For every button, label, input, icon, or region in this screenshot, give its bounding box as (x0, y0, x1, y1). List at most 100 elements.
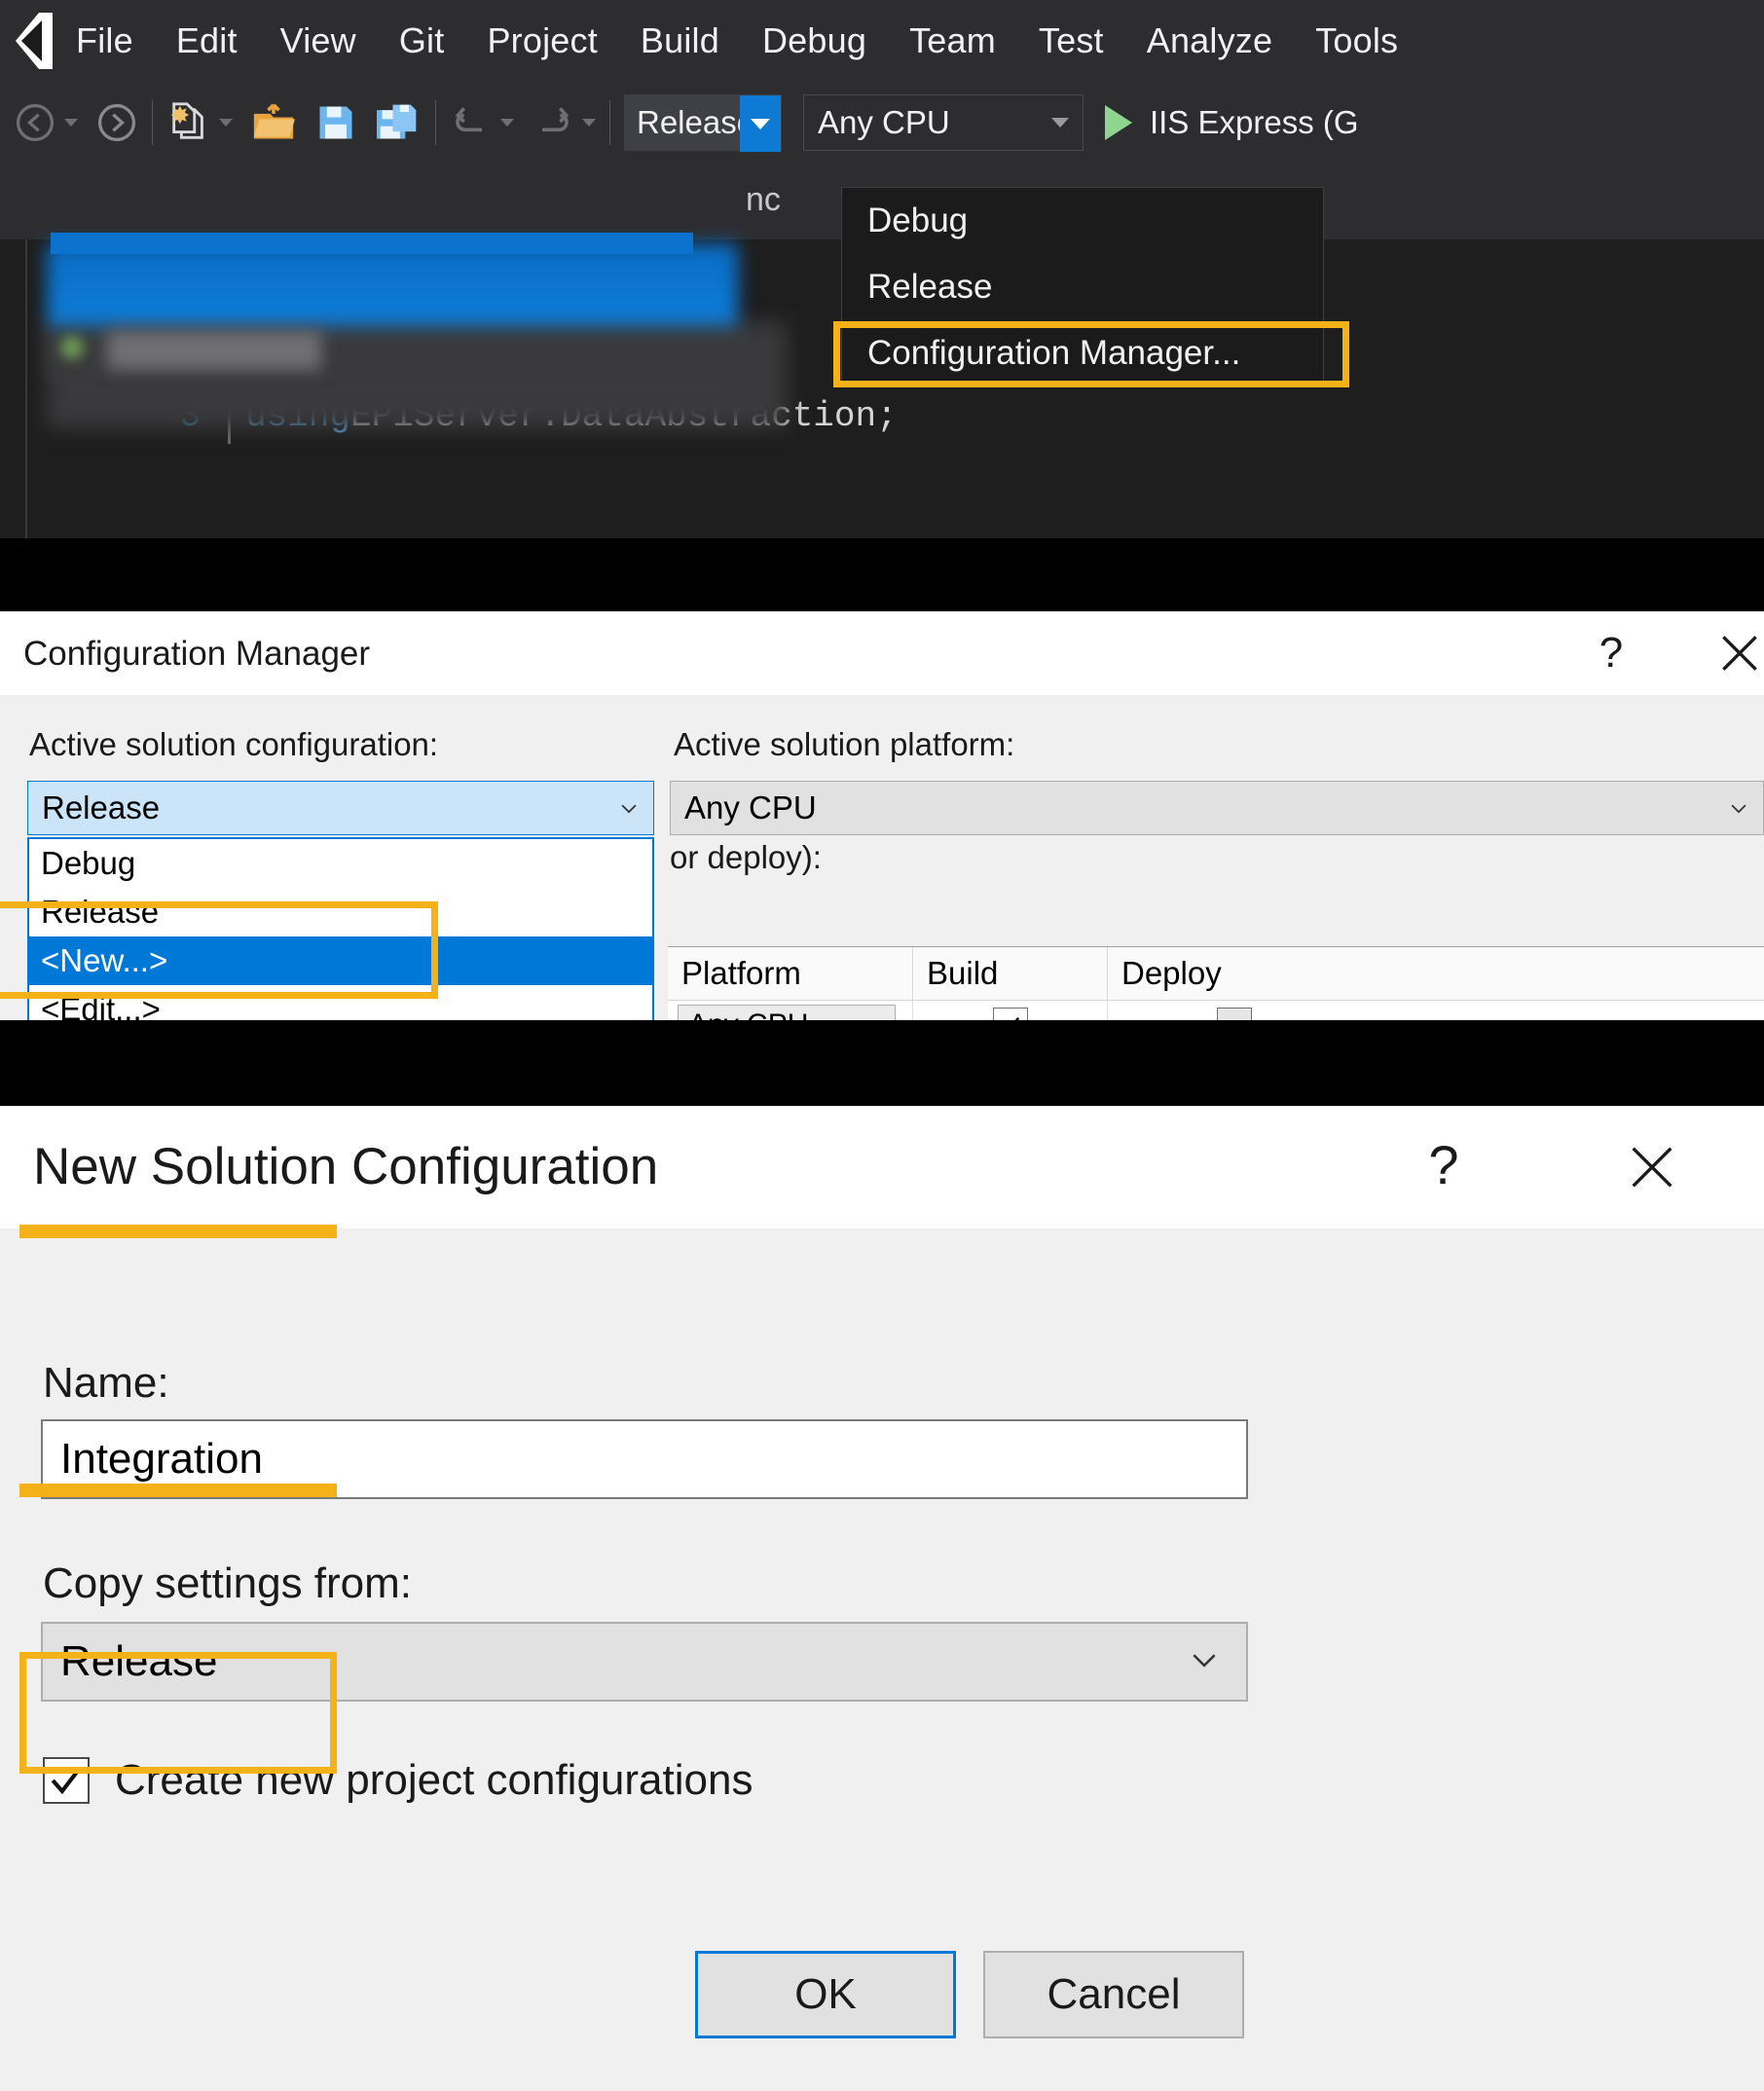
standard-toolbar: Release Any CPU IIS Express (G (0, 81, 1764, 165)
toolbar-divider (152, 100, 153, 145)
create-new-project-configurations-label: Create new project configurations (115, 1756, 753, 1804)
undo-icon[interactable] (450, 101, 493, 144)
configuration-manager-dialog: Configuration Manager ? Active solution … (0, 611, 1764, 1020)
navigate-back-dropdown-icon[interactable] (64, 119, 78, 127)
solution-platform-combo[interactable]: Any CPU (803, 94, 1084, 151)
table-cell-deploy[interactable] (1108, 1001, 1361, 1020)
table-header-build: Build (913, 947, 1108, 1000)
menu-item-test[interactable]: Test (1017, 20, 1125, 61)
blurred-status-dot (60, 336, 84, 359)
new-solution-configuration-titlebar: New Solution Configuration ? (0, 1106, 1764, 1229)
new-item-dropdown-icon[interactable] (219, 119, 233, 127)
menu-item-analyze[interactable]: Analyze (1125, 20, 1294, 61)
table-header-row: Platform Build Deploy (668, 946, 1764, 1001)
create-new-project-configurations-checkbox-row[interactable]: Create new project configurations (43, 1756, 753, 1805)
table-cell-build[interactable] (913, 1001, 1108, 1020)
active-solution-platform-combo[interactable]: Any CPU (670, 781, 1764, 835)
chevron-down-icon (1188, 1643, 1221, 1681)
new-solution-configuration-dialog: New Solution Configuration ? Name: Integ… (0, 1106, 1764, 2091)
run-play-icon (1105, 105, 1132, 140)
active-solution-configuration-label: Active solution configuration: (29, 726, 439, 762)
dropdown-item-edit[interactable]: <Edit...> (29, 985, 652, 1020)
solution-configuration-combo[interactable]: Release (624, 94, 782, 152)
solution-platform-value: Any CPU (818, 104, 950, 140)
redo-icon[interactable] (532, 101, 574, 144)
configuration-manager-title: Configuration Manager (23, 635, 371, 673)
active-solution-platform-value: Any CPU (684, 789, 817, 825)
table-header-platform: Platform (668, 947, 913, 1000)
create-new-project-configurations-checkbox[interactable] (43, 1757, 90, 1804)
copy-settings-from-label: Copy settings from: (43, 1559, 413, 1607)
row-platform-value: Any CPU (688, 1009, 808, 1020)
active-solution-configuration-value: Release (42, 789, 161, 825)
menu-item-debug[interactable]: Debug (741, 20, 888, 61)
toolbar-divider-3 (609, 100, 610, 145)
config-menu-item-configuration-manager[interactable]: Configuration Manager... (842, 320, 1323, 386)
solution-configuration-dropdown-icon[interactable] (740, 95, 781, 152)
chevron-down-icon (1728, 797, 1749, 819)
menu-item-edit[interactable]: Edit (155, 20, 259, 61)
close-x-icon[interactable] (1624, 1139, 1680, 1195)
active-solution-platform-label: Active solution platform: (674, 726, 1015, 762)
table-cell-platform[interactable]: Any CPU (668, 1001, 913, 1020)
menu-item-tools[interactable]: Tools (1294, 20, 1419, 61)
copy-settings-from-value: Release (60, 1637, 218, 1685)
navigate-back-icon[interactable] (14, 101, 56, 144)
name-field-value: Integration (60, 1435, 263, 1483)
navigate-forward-icon[interactable] (95, 101, 138, 144)
new-item-icon[interactable] (166, 100, 211, 145)
project-contexts-table: Platform Build Deploy Any CPU (668, 946, 1764, 1020)
menu-item-team[interactable]: Team (888, 20, 1017, 61)
menu-item-project[interactable]: Project (465, 20, 618, 61)
save-all-icon[interactable] (375, 101, 422, 144)
build-checkbox[interactable] (992, 1008, 1028, 1020)
start-debug-label: IIS Express (G (1150, 104, 1359, 140)
name-field[interactable]: Integration (41, 1419, 1248, 1499)
chevron-down-icon (618, 797, 640, 819)
menu-bar: File Edit View Git Project Build Debug T… (0, 0, 1764, 81)
dropdown-item-release[interactable]: Release (29, 888, 652, 936)
separator-band-1 (0, 538, 1764, 611)
configuration-manager-titlebar: Configuration Manager ? (0, 611, 1764, 695)
menu-item-file[interactable]: File (55, 20, 155, 61)
config-menu-item-debug[interactable]: Debug (842, 188, 1323, 254)
copy-settings-from-combo[interactable]: Release (41, 1622, 1248, 1702)
ok-button[interactable]: OK (695, 1951, 956, 2038)
save-icon[interactable] (314, 101, 357, 144)
deploy-checkbox[interactable] (1217, 1008, 1252, 1020)
config-menu-item-release[interactable]: Release (842, 254, 1323, 320)
new-solution-configuration-title: New Solution Configuration (33, 1138, 659, 1195)
open-file-icon[interactable] (250, 101, 297, 144)
undo-dropdown-icon[interactable] (500, 119, 514, 127)
screenshot-root: File Edit View Git Project Build Debug T… (0, 0, 1764, 2091)
menu-item-build[interactable]: Build (619, 20, 741, 61)
help-question-icon[interactable]: ? (1585, 627, 1637, 679)
configuration-manager-body: Active solution configuration: Release A… (0, 695, 1764, 1020)
redo-dropdown-icon[interactable] (582, 119, 596, 127)
start-debug-button[interactable]: IIS Express (G (1105, 104, 1359, 141)
menu-item-view[interactable]: View (259, 20, 378, 61)
dropdown-item-debug[interactable]: Debug (29, 839, 652, 888)
blurred-text-block (107, 331, 321, 370)
menu-item-git[interactable]: Git (378, 20, 466, 61)
editor-tab-fragment-left: nc (746, 181, 781, 218)
table-row: Any CPU (668, 1001, 1764, 1020)
table-header-deploy: Deploy (1121, 955, 1222, 991)
solution-configuration-value: Release (637, 104, 755, 140)
visual-studio-window: File Edit View Git Project Build Debug T… (0, 0, 1764, 538)
toolbar-divider-2 (435, 100, 436, 145)
solution-platform-dropdown-icon[interactable] (1051, 118, 1069, 128)
separator-band-2 (0, 1020, 1764, 1106)
solution-configuration-dropdown-menu: Debug Release Configuration Manager... (841, 187, 1324, 387)
blurred-tab-highlight (51, 233, 693, 254)
cancel-button[interactable]: Cancel (983, 1951, 1244, 2038)
row-platform-combo[interactable]: Any CPU (678, 1005, 896, 1020)
back-chevron-icon[interactable] (10, 11, 55, 71)
active-solution-configuration-combo[interactable]: Release (27, 781, 654, 835)
help-question-icon[interactable]: ? (1414, 1135, 1474, 1195)
project-contexts-label: or deploy): (670, 839, 822, 875)
new-solution-configuration-body: Name: Integration Copy settings from: Re… (0, 1229, 1764, 2091)
active-solution-configuration-dropdown-list: Debug Release <New...> <Edit...> (27, 837, 654, 1020)
close-x-icon[interactable] (1715, 629, 1764, 678)
dropdown-item-new[interactable]: <New...> (29, 936, 652, 985)
